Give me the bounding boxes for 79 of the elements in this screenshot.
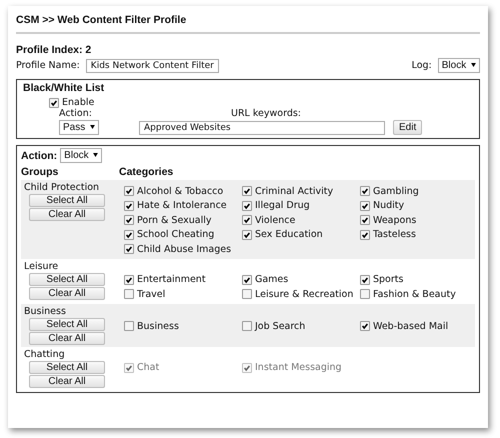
category-label: Weapons [373, 214, 416, 226]
select-all-button[interactable]: Select All [29, 272, 105, 286]
category-label: Gambling [373, 186, 419, 197]
action-label: Action: [59, 108, 93, 119]
category-checkbox[interactable] [360, 215, 370, 226]
category-label: Sex Education [255, 229, 323, 240]
category-label: Leisure & Recreation [255, 288, 354, 300]
url-keywords-label: URL keywords: [231, 108, 301, 119]
category-label: Criminal Activity [255, 186, 334, 197]
category-label: Chat [137, 362, 160, 374]
category-label: Fashion & Beauty [373, 288, 456, 300]
category-checkbox[interactable] [124, 321, 134, 331]
clear-all-button[interactable]: Clear All [29, 374, 105, 388]
select-all-button[interactable]: Select All [29, 194, 105, 207]
category-label: Violence [255, 214, 296, 226]
category-label: Web-based Mail [373, 320, 448, 332]
category-checkbox[interactable] [360, 230, 370, 240]
category-label: Hate & Intolerance [137, 200, 227, 212]
category-label: Travel [137, 288, 166, 300]
category-checkbox[interactable] [360, 274, 370, 285]
enable-label: Enable [62, 97, 94, 108]
clear-all-button[interactable]: Clear All [29, 208, 105, 221]
group-name: Business [24, 306, 67, 316]
category-label: Instant Messaging [255, 362, 342, 374]
category-label: Illegal Drug [255, 200, 310, 212]
category-label: Porn & Sexually [137, 214, 212, 226]
category-checkbox[interactable] [242, 186, 252, 196]
category-checkbox[interactable] [360, 289, 370, 300]
edit-button[interactable]: Edit [393, 120, 422, 135]
category-label: Alcohol & Tobacco [137, 186, 224, 197]
category-label: Nudity [373, 200, 404, 212]
dropdown-arrow-icon [90, 125, 96, 130]
category-checkbox[interactable] [124, 215, 134, 226]
category-checkbox[interactable] [242, 274, 252, 285]
category-label: Games [255, 274, 288, 286]
groups-heading: Groups [21, 166, 60, 178]
panel-title: Black/White List [23, 82, 106, 94]
profile-name-field[interactable]: Kids Network Content Filter [86, 58, 219, 72]
category-checkbox[interactable] [124, 289, 134, 300]
group-name: Child Protection [24, 182, 100, 193]
clear-all-button[interactable]: Clear All [29, 332, 105, 344]
dropdown-arrow-icon [471, 63, 476, 68]
group-name: Chatting [24, 348, 66, 360]
category-label: Business [137, 320, 179, 332]
select-all-button[interactable]: Select All [29, 360, 105, 374]
url-keywords-field[interactable]: Approved Websites [139, 120, 385, 134]
category-label: Entertainment [137, 274, 206, 286]
category-checkbox[interactable] [360, 186, 370, 196]
category-label: Child Abuse Images [137, 244, 232, 255]
category-checkbox[interactable] [242, 321, 252, 331]
profile-name-label: Profile Name: [16, 60, 80, 71]
category-label: Sports [373, 274, 404, 286]
category-checkbox[interactable] [124, 200, 134, 211]
group-name: Leisure [24, 260, 60, 272]
category-checkbox[interactable] [124, 230, 134, 240]
action-dropdown[interactable]: Pass [59, 120, 100, 135]
dropdown-arrow-icon [93, 153, 98, 158]
category-checkbox[interactable] [242, 215, 252, 226]
log-dropdown[interactable]: Block [438, 58, 480, 73]
enable-checkbox[interactable] [49, 98, 59, 108]
category-checkbox[interactable] [242, 289, 252, 300]
category-checkbox[interactable] [242, 200, 252, 211]
select-all-button[interactable]: Select All [29, 318, 105, 330]
category-label: School Cheating [137, 229, 214, 240]
action-dropdown[interactable]: Block [60, 148, 102, 163]
log-label: Log: [412, 60, 432, 71]
action-label: Action: [21, 150, 58, 162]
category-checkbox[interactable] [360, 200, 370, 211]
profile-index: Profile Index: 2 [16, 44, 92, 56]
category-checkbox[interactable] [124, 186, 134, 196]
category-checkbox[interactable] [124, 274, 134, 285]
category-label: Tasteless [373, 229, 416, 240]
clear-all-button[interactable]: Clear All [29, 286, 105, 300]
page-title: CSM >> Web Content Filter Profile [16, 14, 188, 26]
categories-heading: Categories [119, 166, 174, 178]
category-checkbox[interactable] [242, 230, 252, 240]
category-label: Job Search [255, 320, 306, 332]
category-checkbox[interactable] [124, 244, 134, 254]
category-checkbox[interactable] [360, 321, 370, 331]
